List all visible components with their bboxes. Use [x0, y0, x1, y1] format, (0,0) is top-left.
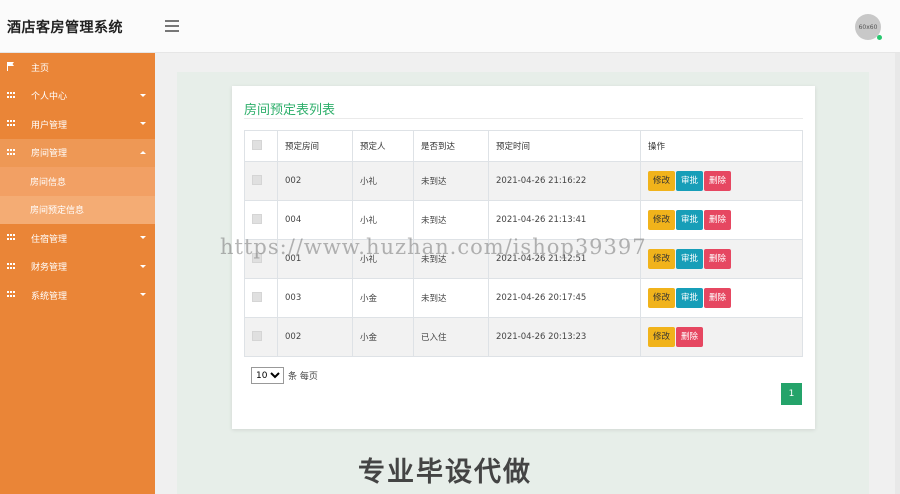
column-header-time: 预定时间	[488, 130, 641, 162]
sidebar-item-system-management[interactable]: 系统管理	[0, 281, 155, 310]
pagination-page-button[interactable]: 1	[781, 383, 802, 405]
page-title: 房间预定表列表	[244, 103, 336, 118]
cell-time: 2021-04-26 21:13:41	[488, 200, 641, 240]
cell-arrived: 未到达	[413, 161, 489, 201]
promo-banner-text: 专业毕设代做	[358, 457, 532, 488]
sidebar-item-label: 个人中心	[31, 92, 68, 103]
chevron-down-icon	[140, 122, 146, 125]
cell-arrived: 未到达	[413, 278, 489, 318]
select-all-checkbox[interactable]	[252, 139, 262, 150]
edit-button[interactable]: 修改	[648, 288, 676, 308]
sidebar-item-label: 主页	[31, 63, 50, 74]
column-header-arrived: 是否到达	[413, 130, 489, 162]
approve-button[interactable]: 审批	[676, 288, 704, 308]
cell-person: 小金	[352, 317, 414, 357]
flag-icon	[7, 62, 14, 71]
cell-room: 003	[277, 278, 353, 318]
sidebar-item-label: 住宿管理	[31, 234, 68, 245]
grid-icon	[7, 120, 15, 127]
sidebar: 主页 个人中心 用户管理 房间管理 房间信息 房间预定信息 住宿管理 财务管理 …	[0, 53, 155, 494]
chevron-down-icon	[140, 93, 146, 97]
chevron-down-icon	[140, 293, 146, 296]
cell-person: 小礼	[352, 161, 414, 201]
chevron-down-icon	[140, 264, 146, 268]
cell-time: 2021-04-26 21:16:22	[488, 161, 641, 201]
edit-button[interactable]: 修改	[648, 210, 676, 230]
chevron-down-icon	[140, 236, 146, 239]
column-header-actions: 操作	[640, 130, 803, 162]
approve-button[interactable]: 审批	[676, 210, 704, 230]
delete-button[interactable]: 删除	[676, 327, 704, 347]
column-header-person: 预定人	[352, 130, 414, 162]
table-row: 002 小礼 未到达 2021-04-26 21:16:22 修改 审批 删除	[244, 161, 803, 201]
edit-button[interactable]: 修改	[648, 327, 676, 347]
delete-button[interactable]: 删除	[704, 249, 732, 269]
approve-button[interactable]: 审批	[676, 171, 704, 191]
page-size-label: 条 每页	[288, 372, 318, 382]
edit-button[interactable]: 修改	[648, 249, 676, 269]
grid-icon	[7, 234, 15, 241]
top-header: 酒店客房管理系统 60x60	[0, 0, 900, 53]
delete-button[interactable]: 删除	[704, 288, 732, 308]
cell-arrived: 已入住	[413, 317, 489, 357]
table-row: 002 小金 已入住 2021-04-26 20:13:23 修改 删除	[244, 317, 803, 357]
table-header-row: 预定房间 预定人 是否到达 预定时间 操作	[244, 130, 803, 162]
sidebar-item-label: 用户管理	[31, 120, 68, 131]
table-row: 003 小金 未到达 2021-04-26 20:17:45 修改 审批 删除	[244, 278, 803, 318]
sidebar-item-home[interactable]: 主页	[0, 53, 155, 82]
cell-room: 002	[277, 317, 353, 357]
approve-button[interactable]: 审批	[676, 249, 704, 269]
grid-icon	[7, 148, 15, 156]
sidebar-item-label: 房间管理	[31, 149, 68, 160]
grid-icon	[7, 291, 15, 298]
scrollbar[interactable]	[895, 53, 900, 494]
sidebar-item-lodging-management[interactable]: 住宿管理	[0, 224, 155, 253]
menu-toggle-icon[interactable]	[165, 20, 179, 32]
page-size-select[interactable]: 10	[251, 367, 284, 384]
app-title: 酒店客房管理系统	[7, 20, 123, 36]
column-header-room: 预定房间	[277, 130, 353, 162]
table-row: 004 小礼 未到达 2021-04-26 21:13:41 修改 审批 删除	[244, 200, 803, 240]
chevron-up-icon	[140, 150, 146, 154]
cell-person: 小礼	[352, 200, 414, 240]
grid-icon	[7, 91, 15, 99]
delete-button[interactable]: 删除	[704, 171, 732, 191]
sidebar-subitem-room-info[interactable]: 房间信息	[0, 167, 155, 196]
sidebar-item-label: 财务管理	[31, 263, 68, 274]
sidebar-item-finance-management[interactable]: 财务管理	[0, 253, 155, 282]
watermark-text: https://www.huzhan.com/ishop39397	[220, 235, 647, 259]
sidebar-item-label: 系统管理	[31, 291, 68, 302]
page-size-control: 10 条 每页	[251, 367, 318, 384]
row-checkbox[interactable]	[252, 213, 262, 224]
cell-time: 2021-04-26 20:17:45	[488, 278, 641, 318]
delete-button[interactable]: 删除	[704, 210, 732, 230]
sidebar-subitem-room-booking[interactable]: 房间预定信息	[0, 195, 155, 224]
row-checkbox[interactable]	[252, 330, 262, 341]
sidebar-item-personal-center[interactable]: 个人中心	[0, 82, 155, 111]
cell-person: 小金	[352, 278, 414, 318]
sidebar-item-user-management[interactable]: 用户管理	[0, 110, 155, 139]
cell-arrived: 未到达	[413, 200, 489, 240]
cell-room: 002	[277, 161, 353, 201]
row-checkbox[interactable]	[252, 291, 262, 302]
sidebar-item-room-management[interactable]: 房间管理	[0, 138, 155, 167]
grid-icon	[7, 262, 15, 270]
edit-button[interactable]: 修改	[648, 171, 676, 191]
cell-time: 2021-04-26 20:13:23	[488, 317, 641, 357]
divider	[244, 118, 803, 119]
cell-room: 004	[277, 200, 353, 240]
online-status-dot	[877, 35, 882, 40]
row-checkbox[interactable]	[252, 174, 262, 185]
